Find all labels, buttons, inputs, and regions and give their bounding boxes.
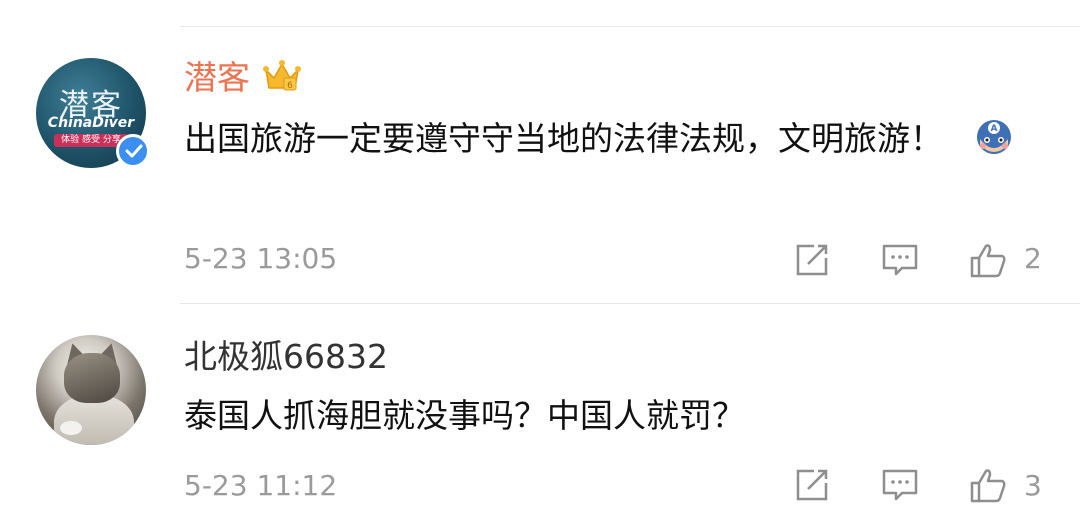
captain-america-emoji: A	[976, 119, 1011, 154]
username[interactable]: 潜客	[184, 58, 250, 98]
avatar[interactable]: 潜客 ChinaDiver 体验 感受 分享	[36, 58, 150, 168]
svg-text:A: A	[990, 124, 997, 134]
comment-time: 5-23 13:05	[184, 242, 338, 275]
avatar-logo-en: ChinaDiver	[47, 115, 135, 131]
verified-badge-icon	[116, 134, 150, 168]
share-icon[interactable]	[792, 465, 832, 505]
comment-text: 出国旅游一定要遵守守当地的法律法规，文明旅游！ A	[184, 108, 1044, 170]
comment-text-body: 出国旅游一定要遵守守当地的法律法规，文明旅游！	[184, 119, 943, 158]
avatar[interactable]	[36, 335, 146, 445]
comment-divider	[180, 303, 1080, 304]
comment-item: 潜客 ChinaDiver 体验 感受 分享 潜客 6 出国旅游一定要遵守守当地…	[0, 28, 1080, 303]
comment-text: 泰国人抓海胆就没事吗？中国人就罚？	[184, 385, 1044, 447]
comment-item: 北极狐66832 泰国人抓海胆就没事吗？中国人就罚？ 5-23 11:12 3	[0, 305, 1080, 531]
comment-icon[interactable]	[880, 465, 920, 505]
share-icon[interactable]	[792, 240, 832, 280]
top-divider	[180, 26, 1080, 27]
like-count: 3	[1024, 469, 1042, 502]
comment-time: 5-23 11:12	[184, 469, 338, 502]
thumbs-up-icon[interactable]	[968, 465, 1008, 505]
thumbs-up-icon[interactable]	[968, 240, 1008, 280]
svg-text:6: 6	[287, 81, 293, 91]
cat-avatar-image	[36, 335, 146, 445]
crown-vip-icon: 6	[263, 60, 301, 91]
comment-icon[interactable]	[880, 240, 920, 280]
username[interactable]: 北极狐66832	[184, 337, 388, 377]
like-count: 2	[1024, 242, 1042, 275]
comment-text-body: 泰国人抓海胆就没事吗？中国人就罚？	[184, 396, 745, 435]
